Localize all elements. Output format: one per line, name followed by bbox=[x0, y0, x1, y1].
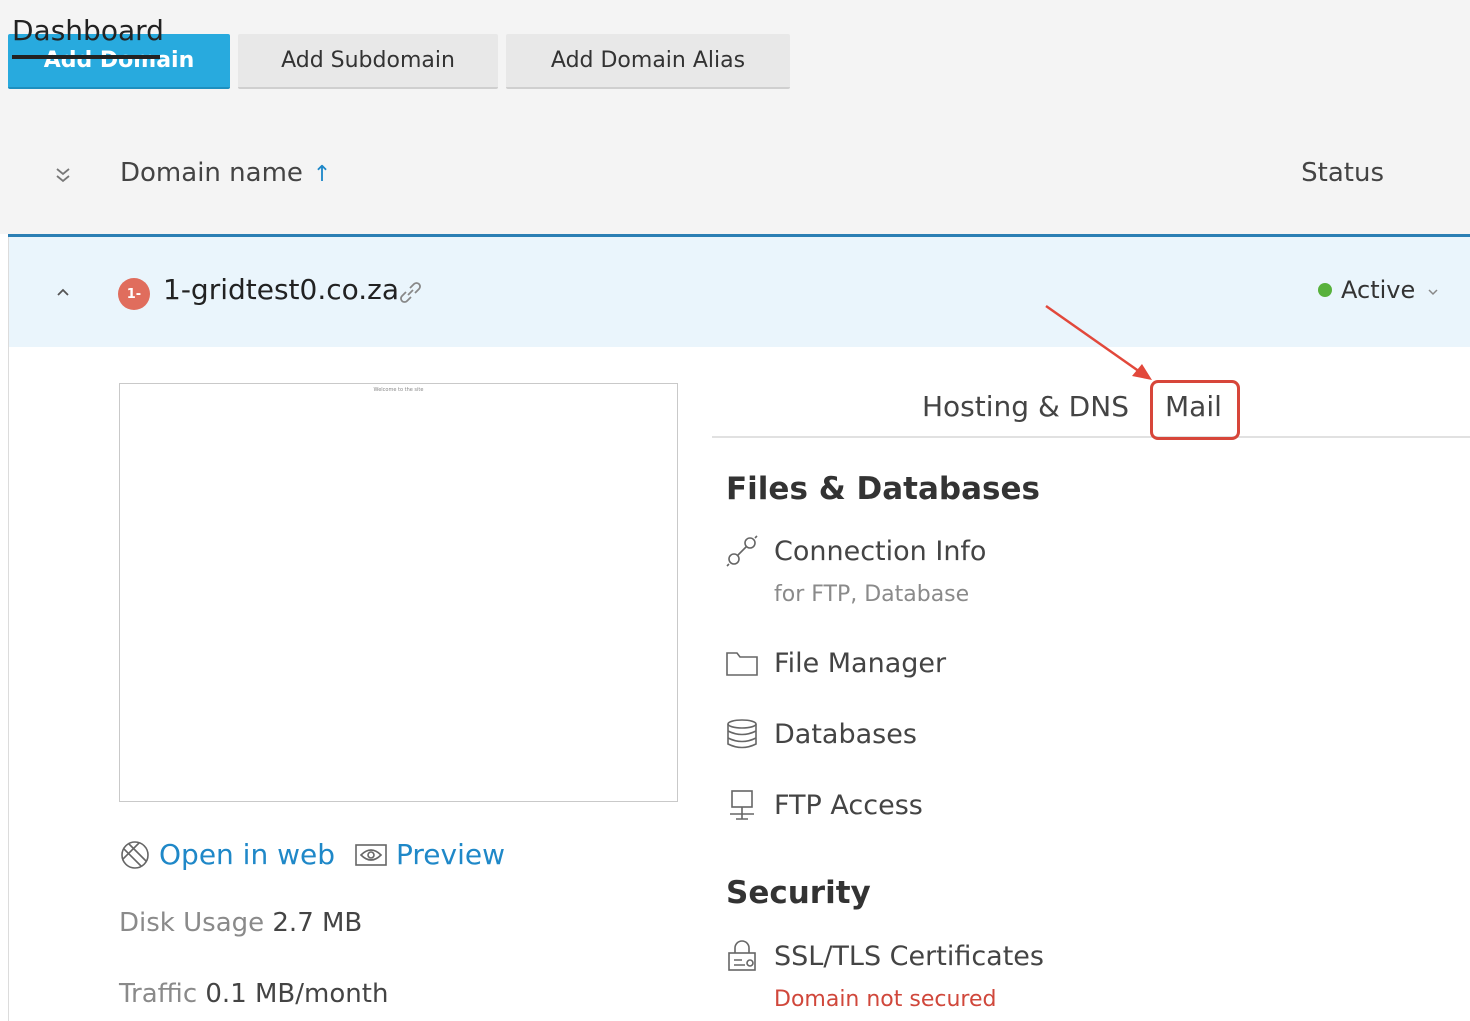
ssl-status-warning: Domain not secured bbox=[774, 987, 997, 1012]
ssl-tls-label: SSL/TLS Certificates bbox=[774, 940, 1044, 972]
section-title-security: Security bbox=[726, 875, 871, 911]
lock-certificate-icon bbox=[724, 938, 760, 974]
status-indicator bbox=[1318, 283, 1332, 297]
folder-icon bbox=[724, 645, 760, 681]
ftp-icon bbox=[724, 787, 760, 823]
tab-active-underline bbox=[12, 55, 160, 59]
site-thumbnail[interactable]: Welcome to the site bbox=[119, 383, 678, 802]
tab-hosting-dns[interactable]: Hosting & DNS bbox=[922, 390, 1129, 423]
disk-usage-value: 2.7 MB bbox=[272, 908, 363, 938]
connection-icon bbox=[724, 533, 760, 569]
disk-usage: Disk Usage 2.7 MB bbox=[119, 908, 362, 938]
add-domain-alias-button[interactable]: Add Domain Alias bbox=[506, 34, 790, 89]
chevron-down-icon bbox=[1427, 276, 1439, 304]
section-title-files-databases: Files & Databases bbox=[726, 471, 1040, 507]
tab-dashboard-label: Dashboard bbox=[12, 14, 164, 47]
column-header-domain-name[interactable]: Domain name ↑ bbox=[120, 158, 331, 188]
database-icon bbox=[724, 716, 760, 752]
globe-icon bbox=[121, 840, 149, 869]
file-manager-label: File Manager bbox=[774, 647, 947, 679]
tabs-baseline bbox=[712, 436, 1470, 438]
traffic: Traffic 0.1 MB/month bbox=[119, 979, 388, 1009]
connection-info-description: for FTP, Database bbox=[774, 582, 970, 607]
domain-name-link[interactable]: 1-gridtest0.co.za bbox=[163, 273, 399, 306]
databases-label: Databases bbox=[774, 718, 917, 750]
domain-favicon: 1- bbox=[118, 278, 150, 310]
connection-info-link[interactable]: Connection Info bbox=[724, 533, 986, 569]
ftp-access-link[interactable]: FTP Access bbox=[724, 787, 923, 823]
status-dropdown[interactable]: Active bbox=[1318, 276, 1439, 304]
annotation-arrow bbox=[1045, 304, 1152, 380]
details-left-border bbox=[8, 237, 9, 1021]
databases-link[interactable]: Databases bbox=[724, 716, 917, 752]
traffic-label: Traffic bbox=[119, 979, 198, 1009]
expand-all-icon[interactable] bbox=[50, 160, 76, 190]
file-manager-link[interactable]: File Manager bbox=[724, 645, 946, 681]
column-header-domain-label: Domain name bbox=[120, 158, 303, 188]
column-header-status[interactable]: Status bbox=[1301, 158, 1384, 188]
sort-ascending-icon: ↑ bbox=[312, 162, 332, 187]
status-label: Active bbox=[1341, 276, 1416, 304]
collapse-row-icon[interactable] bbox=[50, 278, 76, 308]
preview-label: Preview bbox=[396, 838, 505, 871]
open-in-web-link[interactable]: Open in web bbox=[119, 838, 335, 871]
traffic-value: 0.1 MB/month bbox=[205, 979, 389, 1009]
ftp-access-label: FTP Access bbox=[774, 789, 923, 821]
connection-info-label: Connection Info bbox=[774, 535, 987, 567]
ssl-tls-certificates-link[interactable]: SSL/TLS Certificates bbox=[724, 938, 1044, 974]
preview-eye-icon bbox=[355, 843, 387, 866]
thumbnail-caption: Welcome to the site bbox=[373, 387, 424, 393]
tab-mail[interactable]: Mail bbox=[1165, 390, 1222, 423]
preview-link[interactable]: Preview bbox=[354, 838, 505, 871]
open-in-web-label: Open in web bbox=[159, 838, 336, 871]
add-subdomain-button[interactable]: Add Subdomain bbox=[238, 34, 498, 89]
link-icon[interactable] bbox=[396, 278, 424, 310]
disk-usage-label: Disk Usage bbox=[119, 908, 265, 938]
